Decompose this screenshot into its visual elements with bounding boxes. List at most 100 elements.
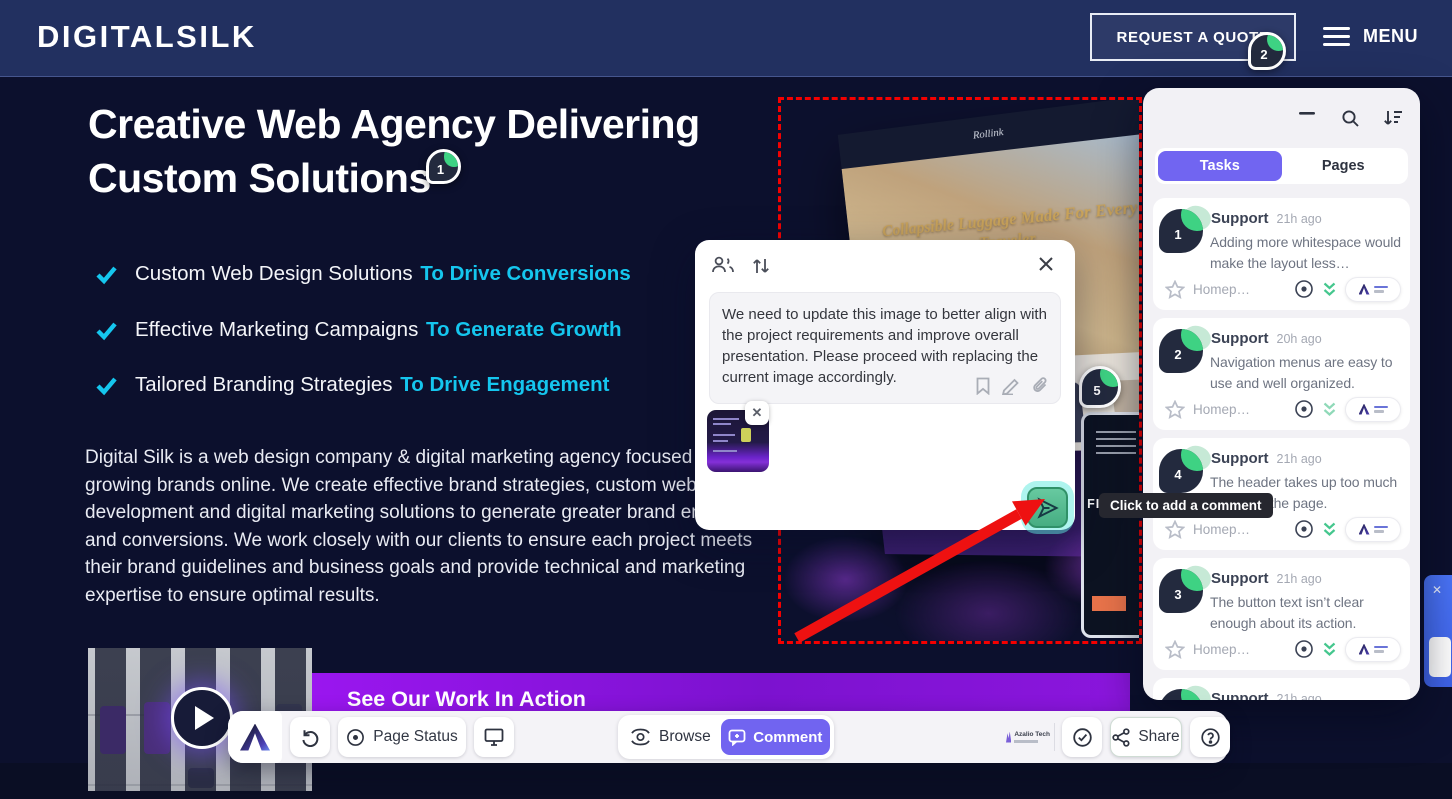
digitalsilk-logo: DIGITALSILK: [37, 19, 257, 55]
status-icon[interactable]: [1294, 279, 1314, 299]
workspace-logo: Azalio Tech: [1006, 727, 1050, 747]
task-number-badge: [1159, 689, 1203, 700]
task-badge-2[interactable]: 2: [1248, 32, 1286, 70]
star-icon[interactable]: [1165, 640, 1185, 659]
task-panel: Tasks Pages 1 Support21h ago Adding more…: [1143, 88, 1420, 700]
send-comment-button[interactable]: [1027, 487, 1068, 528]
task-card[interactable]: 2 Support20h ago Navigation menus are ea…: [1153, 318, 1410, 430]
task-number-badge: 1: [1159, 209, 1203, 253]
task-text: The button text isn’t clear enough about…: [1210, 592, 1406, 633]
tab-tasks[interactable]: Tasks: [1158, 151, 1282, 181]
task-integrations-pill[interactable]: [1345, 637, 1401, 662]
page-status-button[interactable]: Page Status: [338, 717, 466, 757]
toolbar-divider: [1054, 723, 1055, 751]
tab-pages[interactable]: Pages: [1282, 151, 1406, 181]
task-page-label: Homep…: [1193, 282, 1286, 297]
approve-icon: [1072, 727, 1093, 748]
task-time: 21h ago: [1277, 572, 1322, 586]
share-label: Share: [1138, 728, 1179, 746]
task-page-label: Homep…: [1193, 402, 1286, 417]
play-icon: [195, 706, 214, 730]
paperclip-icon[interactable]: [1032, 377, 1049, 395]
atarim-icon: [1359, 404, 1370, 415]
atarim-logo[interactable]: [228, 711, 282, 763]
tooltip: Click to add a comment: [1099, 493, 1273, 518]
minimize-icon[interactable]: [1299, 112, 1315, 116]
task-time: 21h ago: [1277, 692, 1322, 700]
undo-icon: [300, 727, 320, 747]
hamburger-icon: [1323, 22, 1350, 51]
checklist-item-1: Custom Web Design Solutions To Drive Con…: [95, 262, 631, 286]
check-icon: [95, 263, 118, 286]
task-integrations-pill[interactable]: [1345, 397, 1401, 422]
star-icon[interactable]: [1165, 400, 1185, 419]
atarim-a-icon: [240, 724, 270, 751]
chevrons-icon[interactable]: [1322, 401, 1337, 417]
status-icon: [346, 728, 365, 747]
atarim-icon: [1359, 284, 1370, 295]
menu-label: MENU: [1363, 26, 1418, 47]
comment-icon: [728, 729, 746, 746]
chevrons-icon[interactable]: [1322, 521, 1337, 537]
task-number-badge: 2: [1159, 329, 1203, 373]
task-badge-1[interactable]: 1: [426, 149, 461, 184]
task-card[interactable]: 1 Support21h ago Adding more whitespace …: [1153, 198, 1410, 310]
swap-order-icon[interactable]: [751, 256, 771, 276]
task-author: Support: [1211, 450, 1269, 467]
status-icon[interactable]: [1294, 399, 1314, 419]
remove-attachment-button[interactable]: ✕: [745, 401, 769, 425]
check-icon: [95, 319, 118, 342]
phone-mockup: FISHING: [1081, 412, 1139, 638]
pencil-icon[interactable]: [1002, 377, 1021, 395]
bookmark-icon[interactable]: [975, 377, 991, 395]
star-icon[interactable]: [1165, 280, 1185, 299]
request-quote-label: REQUEST A QUOTE: [1117, 29, 1270, 46]
site-header: DIGITALSILK REQUEST A QUOTE MENU: [0, 0, 1452, 77]
task-number-badge: 3: [1159, 569, 1203, 613]
eye-icon: [630, 728, 651, 746]
work-section-title: See Our Work In Action: [347, 687, 586, 712]
comment-mode-button[interactable]: Comment: [721, 719, 830, 755]
approve-button[interactable]: [1062, 717, 1102, 757]
workspace-logo-icon: [1374, 286, 1388, 293]
task-card[interactable]: Support21h ago: [1153, 678, 1410, 700]
close-icon[interactable]: [1037, 255, 1055, 273]
share-button[interactable]: Share: [1110, 717, 1182, 757]
chevrons-icon[interactable]: [1322, 281, 1337, 297]
task-author: Support: [1211, 330, 1269, 347]
help-button[interactable]: [1190, 717, 1230, 757]
workspace-name: Azalio Tech: [1014, 732, 1050, 738]
monitor-icon: [484, 728, 504, 747]
undo-button[interactable]: [290, 717, 330, 757]
comment-textarea[interactable]: We need to update this image to better a…: [709, 292, 1061, 404]
side-chat-widget[interactable]: ✕: [1424, 575, 1452, 687]
task-card[interactable]: 3 Support 21h ago The button text isn’t c…: [1153, 558, 1410, 670]
status-icon[interactable]: [1294, 519, 1314, 539]
play-button[interactable]: [171, 687, 233, 749]
mockup-brand: Rollink: [972, 126, 1004, 142]
browse-button[interactable]: Browse: [630, 728, 711, 746]
check-icon: [95, 374, 118, 397]
mode-switcher: Browse Comment: [618, 715, 834, 759]
star-icon[interactable]: [1165, 520, 1185, 539]
task-number-badge: 4: [1159, 449, 1203, 493]
task-badge-5[interactable]: 5: [1079, 366, 1121, 408]
checklist-item-3: Tailored Branding Strategies To Drive En…: [95, 373, 609, 397]
task-author: Support: [1211, 570, 1269, 587]
close-icon[interactable]: ✕: [1432, 583, 1442, 597]
atarim-icon: [1359, 644, 1370, 655]
status-icon[interactable]: [1294, 639, 1314, 659]
hero-title: Creative Web Agency Delivering Custom So…: [88, 97, 700, 205]
menu-button[interactable]: MENU: [1323, 22, 1418, 51]
workspace-logo-icon: [1374, 646, 1388, 653]
task-text: Adding more whitespace would make the la…: [1210, 232, 1406, 273]
task-integrations-pill[interactable]: [1345, 517, 1401, 542]
device-preview-button[interactable]: [474, 717, 514, 757]
search-icon[interactable]: [1341, 109, 1360, 128]
chevrons-icon[interactable]: [1322, 641, 1337, 657]
sort-icon[interactable]: [1383, 109, 1403, 127]
task-integrations-pill[interactable]: [1345, 277, 1401, 302]
assign-users-icon[interactable]: [711, 256, 735, 274]
send-icon: [1037, 497, 1059, 519]
task-text: Navigation menus are easy to use and wel…: [1210, 352, 1406, 393]
